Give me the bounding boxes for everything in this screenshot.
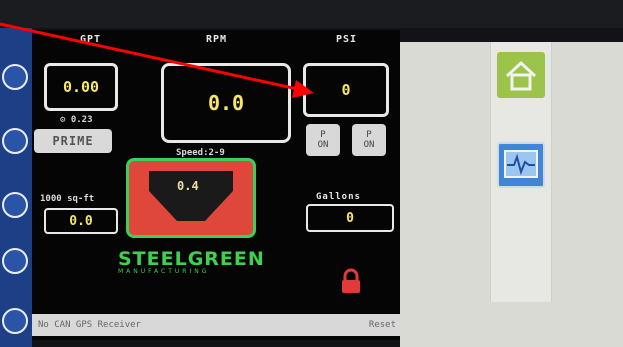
- area-label: 1000 sq-ft: [40, 194, 95, 204]
- reset-button[interactable]: Reset: [369, 320, 396, 330]
- rpm-display: 0.0: [161, 63, 291, 143]
- p-button-2-label: P: [366, 130, 372, 140]
- gpt-value: 0.00: [62, 78, 100, 96]
- logo-main-text: STEELGREEN: [118, 248, 265, 270]
- p-button-1-label: P: [320, 130, 326, 140]
- p-button-2[interactable]: P ON: [352, 124, 386, 156]
- psi-display: 0: [303, 63, 389, 117]
- pump-value: 0.4: [177, 179, 199, 193]
- pulse-icon[interactable]: [497, 142, 545, 188]
- home-icon[interactable]: [497, 52, 545, 98]
- left-icon-strip: [0, 28, 32, 347]
- rpm-value: 0.0: [207, 91, 245, 115]
- rpm-label: RPM: [206, 34, 228, 45]
- power-icon[interactable]: [2, 308, 28, 334]
- status-message: No CAN GPS Receiver: [38, 320, 141, 330]
- gear-icon: ⚙: [60, 115, 66, 125]
- settings-icon[interactable]: [2, 64, 28, 90]
- lock-icon[interactable]: [338, 268, 364, 294]
- sync-icon[interactable]: [2, 128, 28, 154]
- hex-icon[interactable]: [2, 248, 28, 274]
- rpm-speed-label: Speed:2-9: [176, 148, 225, 158]
- gpt-sub-value: 0.23: [70, 115, 93, 125]
- p-button-1[interactable]: P ON: [306, 124, 340, 156]
- status-bar: No CAN GPS Receiver Reset: [32, 314, 402, 336]
- p-button-2-sub: ON: [363, 140, 375, 150]
- gallons-display: 0: [306, 204, 394, 232]
- psi-label: PSI: [336, 34, 358, 45]
- gpt-label: GPT: [80, 34, 102, 45]
- steelgreen-logo: STEELGREEN MANUFACTURING: [118, 248, 278, 278]
- p-button-1-sub: ON: [317, 140, 329, 150]
- area-value: 0.0: [69, 213, 93, 229]
- gpt-display: 0.00: [44, 63, 118, 111]
- prime-button[interactable]: PRIME: [34, 129, 112, 153]
- pump-icon: [149, 171, 233, 221]
- psi-value: 0: [341, 81, 351, 99]
- heart-icon[interactable]: [2, 192, 28, 218]
- gallons-value: 0: [346, 210, 354, 226]
- gpt-rate-row: ⚙ 0.23: [60, 115, 93, 125]
- pump-graphic[interactable]: 0.4: [126, 158, 256, 238]
- gallons-label: Gallons: [316, 192, 361, 202]
- top-bezel: [0, 0, 623, 28]
- area-display: 0.0: [44, 208, 118, 234]
